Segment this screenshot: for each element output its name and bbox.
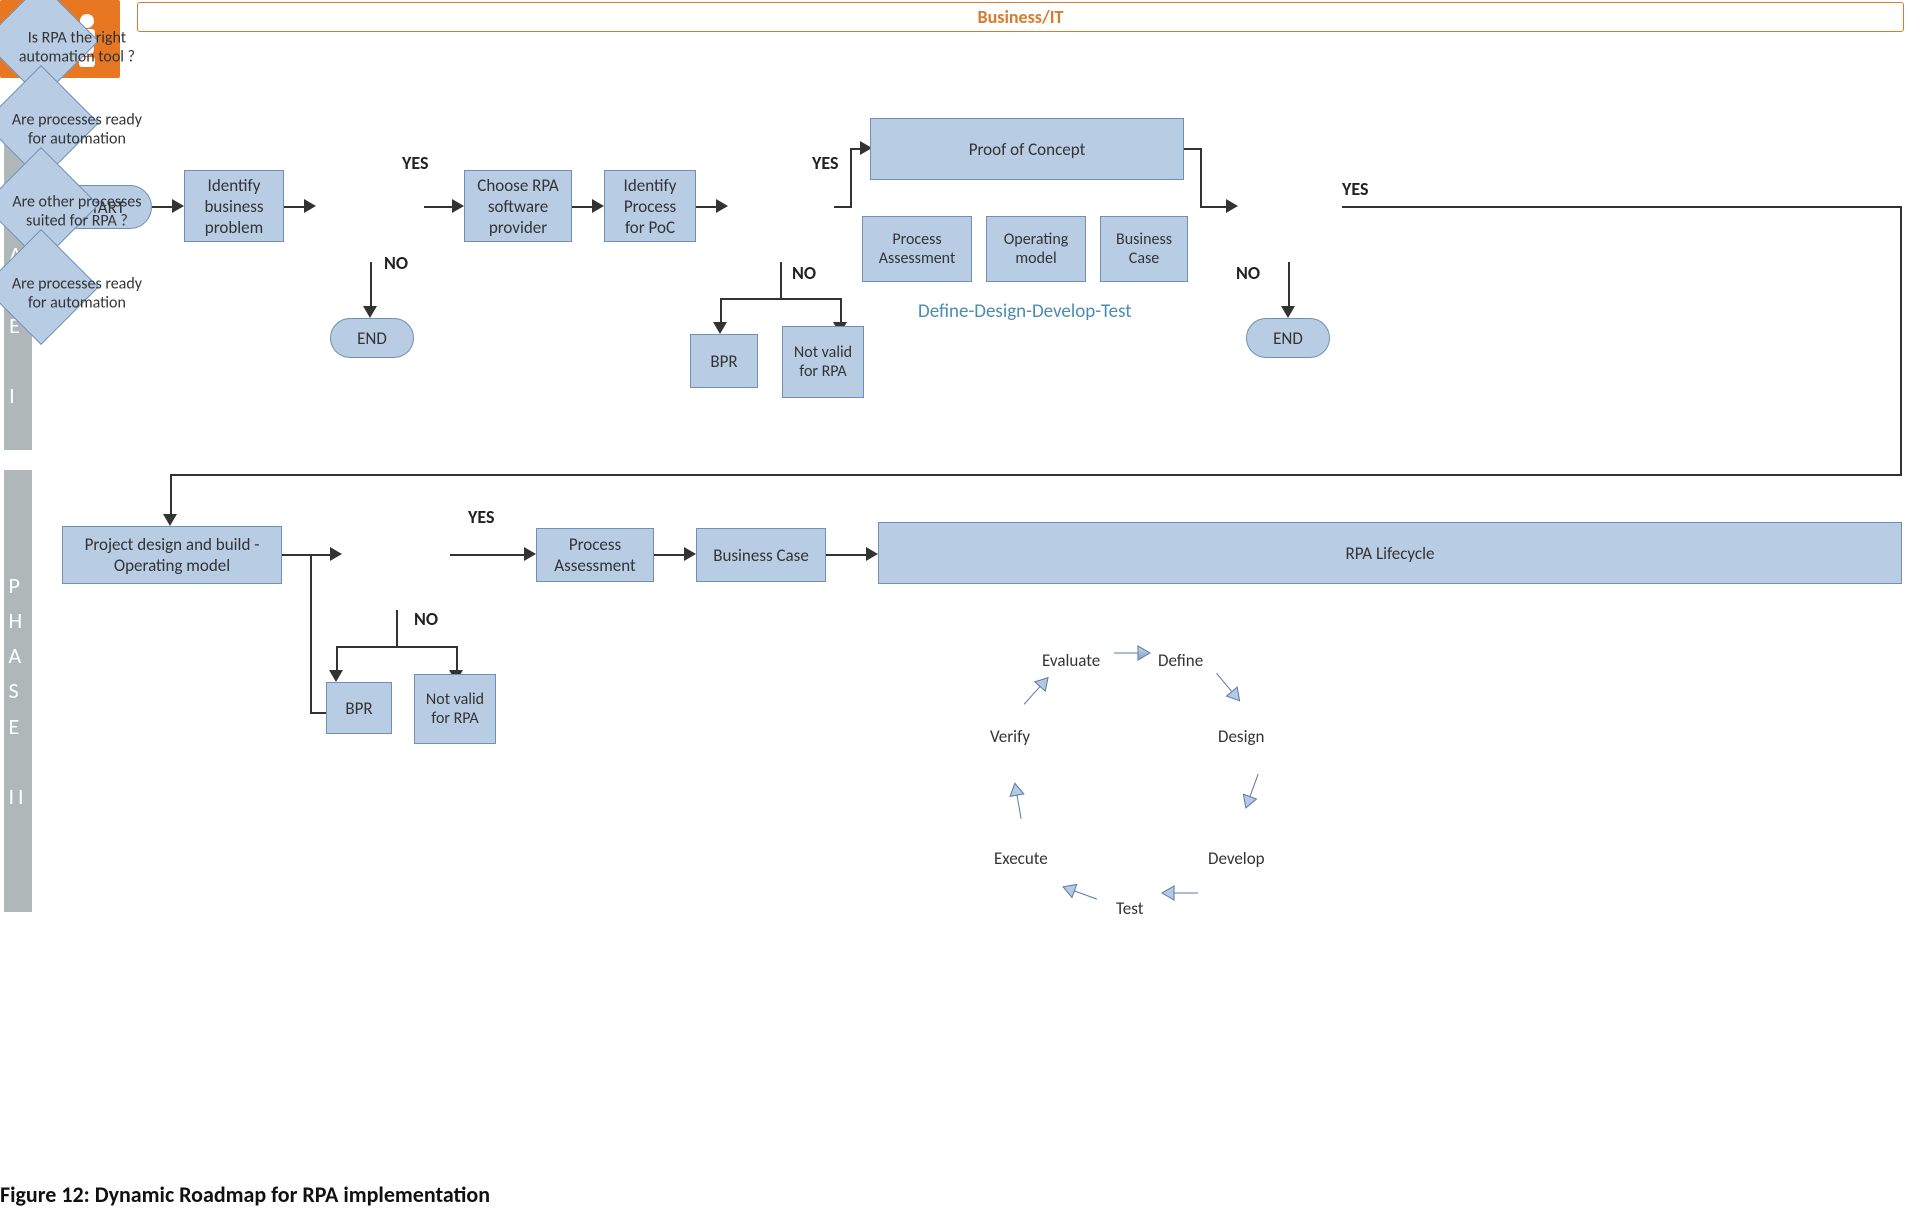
cycle-develop: Develop xyxy=(1208,848,1265,869)
process-assessment-box-1: Process Assessment xyxy=(862,216,972,282)
lifecycle-arrow-icon xyxy=(1013,667,1059,714)
end-node-1: END xyxy=(330,318,414,358)
lifecycle-arrow-icon xyxy=(1205,663,1251,710)
lifecycle-arrow-icon xyxy=(1002,779,1035,823)
project-design-box: Project design and build - Operating mod… xyxy=(62,526,282,584)
yes-label: YES xyxy=(402,152,428,174)
cycle-define: Define xyxy=(1158,650,1203,671)
business-case-box-2: Business Case xyxy=(696,528,826,582)
no-label-2: NO xyxy=(792,262,816,284)
define-design-develop-test-label: Define-Design-Develop-Test xyxy=(918,300,1132,323)
not-valid-box-1: Not valid for RPA xyxy=(782,326,864,398)
no-label-3: NO xyxy=(1236,262,1260,284)
cycle-verify: Verify xyxy=(990,726,1030,747)
yes-label-3: YES xyxy=(1342,178,1368,200)
no-label-4: NO xyxy=(414,608,438,630)
lifecycle-arrow-icon xyxy=(1057,874,1103,912)
cycle-evaluate: Evaluate xyxy=(1042,650,1100,671)
bpr-box-2: BPR xyxy=(326,682,392,734)
rpa-lifecycle-box: RPA Lifecycle xyxy=(878,522,1902,584)
lifecycle-arrow-icon xyxy=(1160,880,1200,906)
bpr-box-1: BPR xyxy=(690,334,758,388)
lifecycle-arrow-icon xyxy=(1233,768,1271,814)
process-assessment-box-2: Process Assessment xyxy=(536,528,654,582)
choose-provider-box: Choose RPA software provider xyxy=(464,170,572,242)
figure-caption: Figure 12: Dynamic Roadmap for RPA imple… xyxy=(0,1181,490,1208)
yes-label-4: YES xyxy=(468,506,494,528)
identify-poc-box: Identify Process for PoC xyxy=(604,170,696,242)
not-valid-box-2: Not valid for RPA xyxy=(414,674,496,744)
identify-problem-box: Identify business problem xyxy=(184,170,284,242)
business-case-box-1: Business Case xyxy=(1100,216,1188,282)
lifecycle-arrow-icon xyxy=(1112,640,1152,666)
phase-2-bar: P H A S E II xyxy=(4,470,32,912)
proof-of-concept-box: Proof of Concept xyxy=(870,118,1184,180)
cycle-test: Test xyxy=(1116,898,1143,919)
operating-model-box: Operating model xyxy=(986,216,1086,282)
lane-header: Business/IT xyxy=(137,2,1904,32)
cycle-execute: Execute xyxy=(994,848,1048,869)
end-node-2: END xyxy=(1246,318,1330,358)
cycle-design: Design xyxy=(1218,726,1264,747)
yes-label-2: YES xyxy=(812,152,838,174)
no-label: NO xyxy=(384,252,408,274)
